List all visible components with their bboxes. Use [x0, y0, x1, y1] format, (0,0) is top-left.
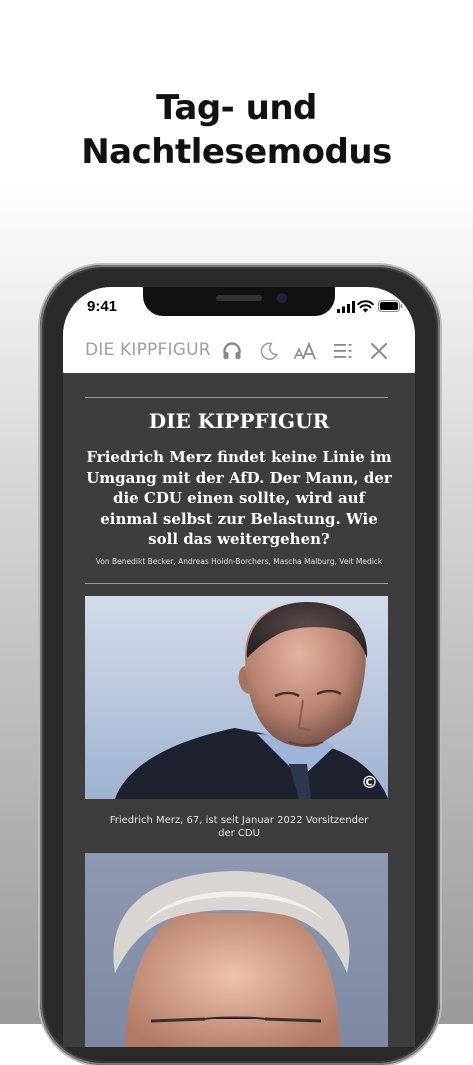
- text-size-icon[interactable]: [293, 340, 317, 362]
- wifi-icon: [357, 300, 374, 313]
- article-photo-second[interactable]: [85, 853, 388, 1047]
- headphones-icon[interactable]: [221, 340, 243, 362]
- article-dek: Friedrich Merz findet keine Linie im Umg…: [86, 448, 392, 548]
- notch: [143, 287, 335, 316]
- status-bar: 9:41: [63, 287, 415, 329]
- table-of-contents-icon[interactable]: [332, 340, 354, 362]
- moon-icon[interactable]: [258, 340, 280, 362]
- photo-caption: Friedrich Merz, 67, ist seit Januar 2022…: [109, 815, 369, 839]
- byline-divider: [85, 583, 388, 584]
- speaker-grille: [216, 295, 262, 301]
- article-byline: Von Benedikt Becker, Andreas Hoidn-Borch…: [95, 557, 383, 566]
- cellular-signal-icon: [337, 301, 355, 313]
- portrait-illustration-2: [113, 871, 350, 1047]
- article-view: DIE KIPPFIGUR Friedrich Merz findet kein…: [63, 373, 415, 1047]
- portrait-illustration: [115, 602, 388, 799]
- front-camera: [277, 293, 287, 303]
- promo-headline: Tag- und Nachtlesemodus: [0, 86, 473, 174]
- toolbar-title: DIE KIPPFIGUR: [85, 340, 211, 360]
- promo-headline-line1: Tag- und: [156, 88, 317, 128]
- battery-icon: [378, 300, 403, 312]
- promo-headline-line2: Nachtlesemodus: [81, 132, 392, 172]
- article-photo-merz[interactable]: ©: [85, 596, 388, 799]
- photo-copyright-mark: ©: [361, 773, 378, 793]
- top-divider: [85, 397, 388, 398]
- reader-toolbar: DIE KIPPFIGUR: [63, 329, 415, 374]
- status-time: 9:41: [87, 298, 118, 315]
- phone-screen: 9:41 DIE KIPPFIGUR DIE KIPPFIGUR Friedri…: [63, 287, 415, 1047]
- close-icon[interactable]: [368, 340, 390, 362]
- article-kicker: DIE KIPPFIGUR: [148, 409, 330, 433]
